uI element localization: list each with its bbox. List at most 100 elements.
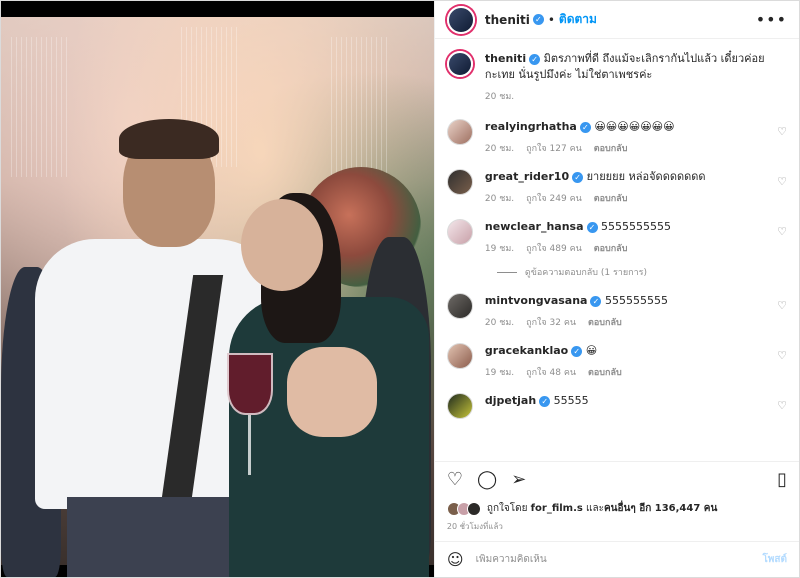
comment-item: newclear_hansa ✓ 5555555555 19 ชม. ถูกใจ 4…: [446, 219, 787, 255]
separator-dot: •: [547, 12, 555, 27]
verified-badge-icon: ✓: [529, 53, 541, 65]
comment-like-heart-icon[interactable]: ♡: [777, 175, 787, 188]
comment-text: realyingrhatha ✓ 😀😀😀😀😀😀😀: [485, 119, 777, 135]
comment-likes[interactable]: ถูกใจ 32 คน: [526, 318, 576, 328]
wine-glass: [227, 353, 273, 415]
comment-like-heart-icon[interactable]: ♡: [777, 125, 787, 138]
caption: theniti ✓ มิตรภาพที่ดี ถึงแม้จะเลิกรากันไ…: [446, 51, 787, 103]
comment-meta: 20 ชม. ถูกใจ 249 คน ตอบกลับ: [485, 191, 777, 205]
comment-body: realyingrhatha ✓ 😀😀😀😀😀😀😀 20 ชม. ถูกใจ 127 …: [485, 119, 777, 155]
more-options-icon[interactable]: •••: [756, 10, 787, 29]
bookmark-icon[interactable]: ▯: [777, 469, 787, 490]
others-likes-link[interactable]: คนอื่นๆ อีก 136,447 คน: [604, 501, 717, 516]
author-username[interactable]: theniti: [485, 13, 530, 27]
wine-glass-stem: [248, 415, 251, 475]
comment-text: gracekanklao ✓ 😀: [485, 343, 777, 359]
comment-likes[interactable]: ถูกใจ 249 คน: [526, 194, 582, 204]
comment-username[interactable]: great_rider10: [485, 170, 569, 183]
comment-username[interactable]: realyingrhatha: [485, 120, 577, 133]
man-hair: [119, 119, 219, 159]
comment-avatar[interactable]: [446, 169, 473, 195]
reply-button[interactable]: ตอบกลับ: [594, 144, 628, 154]
comment-like-heart-icon[interactable]: ♡: [777, 399, 787, 412]
comment-body: gracekanklao ✓ 😀 19 ชม. ถูกใจ 48 คน ตอบกลับ: [485, 343, 777, 379]
post-comment-button[interactable]: โพสต์: [762, 552, 787, 567]
woman-torso: [287, 347, 377, 437]
caption-text: theniti ✓ มิตรภาพที่ดี ถึงแม้จะเลิกรากันไ…: [485, 51, 787, 83]
reply-button[interactable]: ตอบกลับ: [594, 194, 628, 204]
comment-content: ยายยยย หล่อจัดดดดดดด: [586, 170, 706, 183]
likes-summary: ถูกใจโดย for_film.s และ คนอื่นๆ อีก 136,4…: [435, 497, 799, 516]
comment-body: newclear_hansa ✓ 5555555555 19 ชม. ถูกใจ 4…: [485, 219, 777, 255]
caption-meta: 20 ชม.: [485, 89, 787, 103]
comment-avatar[interactable]: [446, 343, 473, 369]
comment-like-heart-icon[interactable]: ♡: [777, 225, 787, 238]
comment-username[interactable]: mintvongvasana: [485, 294, 588, 307]
comment-body: great_rider10 ✓ ยายยยย หล่อจัดดดดดดด 20 ช…: [485, 169, 777, 205]
comments-list[interactable]: theniti ✓ มิตรภาพที่ดี ถึงแม้จะเลิกรากันไ…: [435, 39, 799, 461]
post-time: 20 ชั่วโมงที่แล้ว: [446, 522, 503, 531]
comment-likes[interactable]: ถูกใจ 489 คน: [526, 244, 582, 254]
comment-item: djpetjah ✓ 55555 ♡: [446, 393, 787, 419]
likes-prefix: ถูกใจโดย: [486, 503, 528, 514]
author-avatar[interactable]: [446, 5, 475, 34]
comment-likes[interactable]: ถูกใจ 127 คน: [526, 144, 582, 154]
comment-text: mintvongvasana ✓ 555555555: [485, 293, 777, 309]
add-comment-bar: ☺ โพสต์: [434, 541, 799, 577]
liker-avatars[interactable]: [446, 501, 481, 516]
comment-username[interactable]: newclear_hansa: [485, 220, 584, 233]
comment-content: 😀: [585, 344, 598, 357]
comment-avatar[interactable]: [446, 393, 473, 419]
comment-username[interactable]: djpetjah: [485, 394, 536, 407]
comment-content: 😀😀😀😀😀😀😀: [594, 120, 675, 133]
woman-face: [241, 199, 323, 291]
reply-button[interactable]: ตอบกลับ: [588, 368, 622, 378]
post-header: theniti ✓ • ติดตาม •••: [434, 1, 799, 39]
view-replies-label[interactable]: ดูข้อความตอบกลับ (1 รายการ): [525, 265, 647, 279]
comment-username[interactable]: gracekanklao: [485, 344, 568, 357]
comment-time: 20 ชม.: [484, 318, 515, 328]
instagram-post-window: theniti ✓ • ติดตาม ••• theniti ✓ มิตรภาพท…: [0, 0, 800, 578]
comment-likes[interactable]: ถูกใจ 48 คน: [526, 368, 576, 378]
view-replies-link[interactable]: ดูข้อความตอบกลับ (1 รายการ): [496, 265, 787, 279]
comment-like-heart-icon[interactable]: ♡: [777, 349, 787, 362]
emoji-icon[interactable]: ☺: [447, 550, 464, 569]
comment-meta: 19 ชม. ถูกใจ 48 คน ตอบกลับ: [485, 365, 777, 379]
reply-button[interactable]: ตอบกลับ: [594, 244, 628, 254]
comment-time: 20 ชม.: [484, 144, 515, 154]
caption-time: 20 ชม.: [484, 92, 515, 102]
photo-scene: [1, 17, 434, 577]
comment-text: djpetjah ✓ 55555: [485, 393, 777, 409]
first-liker-username[interactable]: for_film.s: [531, 503, 583, 514]
caption-body: theniti ✓ มิตรภาพที่ดี ถึงแม้จะเลิกรากันไ…: [485, 51, 787, 103]
comment-item: gracekanklao ✓ 😀 19 ชม. ถูกใจ 48 คน ตอบกลับ…: [446, 343, 787, 379]
woman-outfit: [229, 297, 429, 577]
replies-line: [496, 271, 517, 273]
comment-item: great_rider10 ✓ ยายยยย หล่อจัดดดดดดด 20 ช…: [446, 169, 787, 205]
verified-badge-icon: ✓: [590, 295, 602, 307]
verified-badge-icon: ✓: [539, 395, 551, 407]
chandelier-decoration: [331, 37, 391, 177]
comment-text: newclear_hansa ✓ 5555555555: [485, 219, 777, 235]
comment-like-heart-icon[interactable]: ♡: [777, 299, 787, 312]
caption-username[interactable]: theniti: [485, 52, 526, 65]
share-icon[interactable]: ➢: [511, 469, 526, 490]
follow-button[interactable]: ติดตาม: [559, 10, 597, 29]
comment-avatar[interactable]: [446, 119, 473, 145]
comment-meta: 19 ชม. ถูกใจ 489 คน ตอบกลับ: [485, 241, 777, 255]
comment-input[interactable]: [475, 554, 763, 565]
comment-item: realyingrhatha ✓ 😀😀😀😀😀😀😀 20 ชม. ถูกใจ 127 …: [446, 119, 787, 155]
comment-avatar[interactable]: [446, 219, 473, 245]
reply-button[interactable]: ตอบกลับ: [588, 318, 622, 328]
comment-body: djpetjah ✓ 55555: [485, 393, 777, 409]
comment-body: mintvongvasana ✓ 555555555 20 ชม. ถูกใจ 32…: [485, 293, 777, 329]
verified-badge-icon: ✓: [572, 171, 584, 183]
heart-icon[interactable]: ♡: [447, 469, 463, 490]
comment-icon[interactable]: ◯: [477, 469, 497, 490]
comment-avatar[interactable]: [446, 293, 473, 319]
caption-avatar[interactable]: [446, 51, 473, 77]
comment-content: 55555: [553, 394, 589, 407]
post-photo[interactable]: [1, 1, 434, 577]
post-side-panel: theniti ✓ • ติดตาม ••• theniti ✓ มิตรภาพท…: [433, 1, 799, 577]
comment-meta: 20 ชม. ถูกใจ 127 คน ตอบกลับ: [485, 141, 777, 155]
